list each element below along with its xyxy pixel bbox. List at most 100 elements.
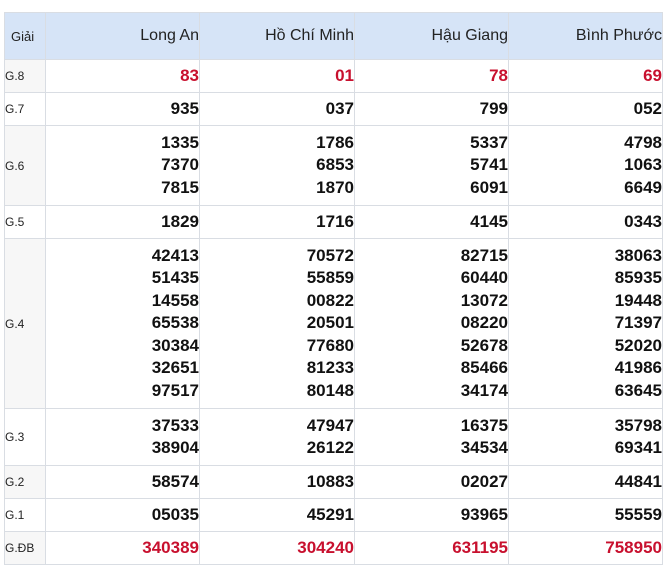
result-cell: 052 [508, 92, 663, 126]
result-cell: 1786 6853 1870 [199, 125, 355, 206]
result-number: 16375 [460, 415, 508, 435]
result-number: 38063 [614, 245, 662, 265]
table-row: G.7 935 037 799 052 [4, 92, 663, 126]
result-number: 34534 [460, 438, 508, 457]
result-cell: 83 [45, 59, 200, 93]
result-number: 4145 [470, 211, 508, 231]
result-cell: 799 [354, 92, 509, 126]
result-number: 6091 [470, 177, 508, 197]
result-number: 93965 [460, 504, 508, 524]
result-number: 69341 [614, 438, 662, 457]
result-number: 6649 [624, 177, 662, 197]
result-number: 1716 [316, 211, 354, 231]
result-number: 80148 [306, 380, 354, 400]
result-number: 51435 [151, 268, 199, 288]
result-number: 38904 [151, 438, 199, 457]
prize-label: G.5 [4, 205, 46, 239]
result-number: 52678 [460, 335, 508, 355]
prize-label: G.4 [4, 238, 46, 409]
result-number: 13072 [460, 290, 508, 310]
header-province-hau-giang: Hậu Giang [354, 12, 509, 60]
result-number: 10883 [306, 471, 354, 491]
table-row: G.5 1829 1716 4145 0343 [4, 205, 663, 239]
result-number: 052 [633, 98, 662, 118]
result-cell: 45291 [199, 498, 355, 532]
result-cell: 78 [354, 59, 509, 93]
result-number: 7815 [161, 177, 199, 197]
result-cell: 05035 [45, 498, 200, 532]
result-cell: 42413 51435 14558 65538 30384 32651 97517 [45, 238, 200, 409]
result-number: 304240 [297, 537, 354, 557]
result-number: 34174 [460, 380, 508, 400]
result-number: 1786 [316, 132, 354, 152]
result-number: 42413 [151, 245, 199, 265]
header-prize: Giải [4, 12, 46, 60]
result-cell: 0343 [508, 205, 663, 239]
results-body: G.8 83 01 78 69 G.7 935 037 799 052 G.6 1335 7370 781… [4, 59, 663, 565]
result-cell: 758950 [508, 531, 663, 565]
result-number: 45291 [306, 504, 354, 524]
header-province-binh-phuoc: Bình Phước [508, 12, 663, 60]
header-province-long-an: Long An [45, 12, 200, 60]
result-cell: 10883 [199, 465, 355, 499]
table-row: G.3 37533 38904 47947 26122 16375 34534 35798 69… [4, 408, 663, 466]
prize-label: G.6 [4, 125, 46, 206]
result-cell: 35798 69341 [508, 408, 663, 466]
table-row: G.4 42413 51435 14558 65538 30384 32651 97517 70… [4, 238, 663, 409]
result-cell: 44841 [508, 465, 663, 499]
result-cell: 631195 [354, 531, 509, 565]
result-cell: 01 [199, 59, 355, 93]
result-number: 799 [479, 98, 508, 118]
result-number: 1829 [161, 211, 199, 231]
result-number: 41986 [614, 358, 662, 378]
result-cell: 935 [45, 92, 200, 126]
result-number: 0343 [624, 211, 662, 231]
result-number: 69 [643, 65, 662, 85]
result-cell: 4798 1063 6649 [508, 125, 663, 206]
result-number: 70572 [306, 245, 354, 265]
result-number: 19448 [614, 290, 662, 310]
result-number: 20501 [306, 313, 354, 333]
result-number: 02027 [460, 471, 508, 491]
result-cell: 47947 26122 [199, 408, 355, 466]
result-cell: 340389 [45, 531, 200, 565]
result-number: 77680 [306, 335, 354, 355]
result-number: 01 [335, 65, 354, 85]
result-number: 14558 [151, 290, 199, 310]
result-number: 037 [325, 98, 354, 118]
result-number: 37533 [151, 415, 199, 435]
result-cell: 38063 85935 19448 71397 52020 41986 63645 [508, 238, 663, 409]
lottery-results-table: Giải Long An Hồ Chí Minh Hậu Giang Bình … [4, 12, 663, 565]
result-number: 631195 [452, 537, 508, 557]
result-number: 1870 [316, 177, 354, 197]
result-number: 05035 [151, 504, 199, 524]
result-cell: 58574 [45, 465, 200, 499]
result-number: 4798 [624, 132, 662, 152]
result-number: 340389 [142, 537, 199, 557]
result-number: 58574 [151, 471, 199, 491]
result-cell: 1716 [199, 205, 355, 239]
result-number: 00822 [306, 290, 354, 310]
result-number: 5741 [470, 155, 508, 175]
result-number: 7370 [161, 155, 199, 175]
prize-label: G.ĐB [4, 531, 46, 565]
result-number: 55559 [614, 504, 662, 524]
result-number: 60440 [460, 268, 508, 288]
result-number: 44841 [614, 471, 662, 491]
result-number: 08220 [460, 313, 508, 333]
result-cell: 82715 60440 13072 08220 52678 85466 34174 [354, 238, 509, 409]
result-number: 85935 [614, 268, 662, 288]
result-cell: 93965 [354, 498, 509, 532]
prize-label: G.3 [4, 408, 46, 466]
result-number: 47947 [306, 415, 354, 435]
result-cell: 1335 7370 7815 [45, 125, 200, 206]
result-cell: 55559 [508, 498, 663, 532]
result-cell: 70572 55859 00822 20501 77680 81233 80148 [199, 238, 355, 409]
table-row: G.ĐB 340389 304240 631195 758950 [4, 531, 663, 565]
result-cell: 37533 38904 [45, 408, 200, 466]
result-number: 758950 [605, 537, 662, 557]
result-number: 5337 [470, 132, 508, 152]
result-cell: 304240 [199, 531, 355, 565]
table-row: G.2 58574 10883 02027 44841 [4, 465, 663, 499]
result-number: 1335 [161, 132, 199, 152]
